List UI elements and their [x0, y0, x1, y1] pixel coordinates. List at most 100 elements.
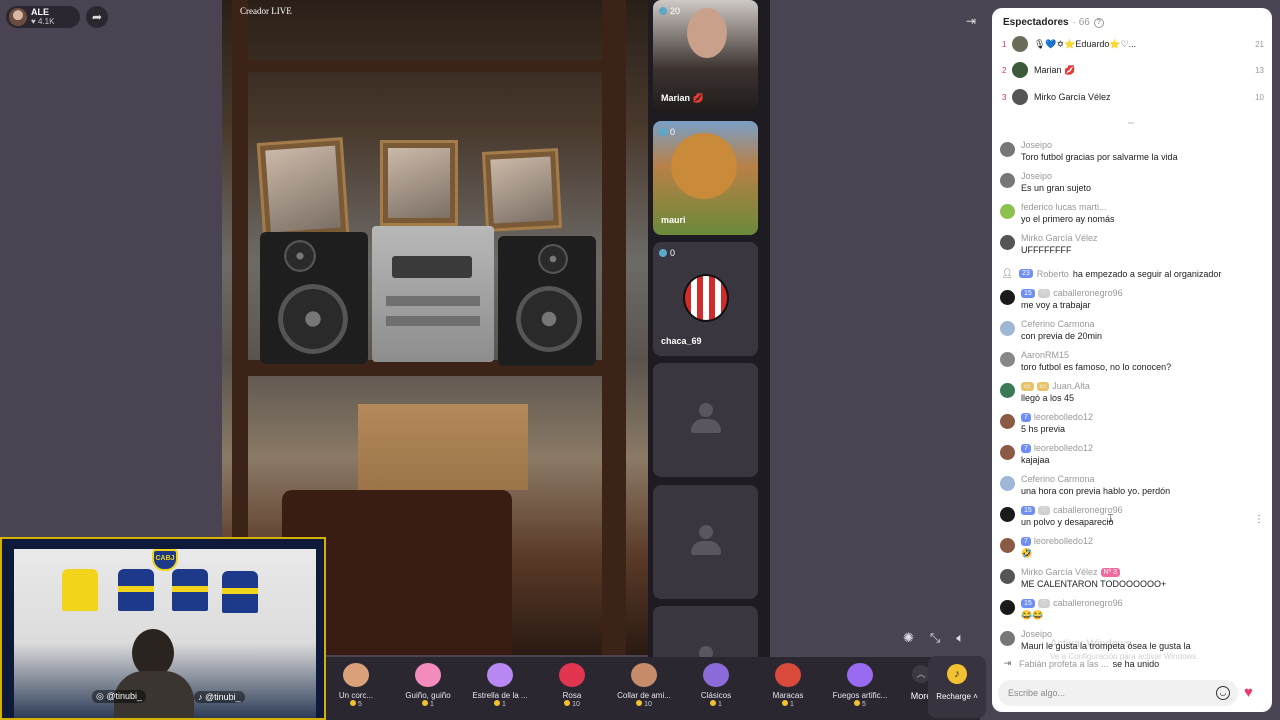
club-crest-icon: [683, 274, 729, 322]
recharge-button[interactable]: ♪ Recharge ˄: [928, 656, 986, 718]
guest-tile[interactable]: 0 chaca_69: [653, 242, 758, 356]
guest-viewer-count: 0: [659, 248, 675, 258]
streamer: [114, 629, 194, 718]
instagram-handle: ◎ @tinubi_: [92, 690, 147, 703]
host-likes: ♥ 4.1K: [31, 17, 55, 26]
coin-icon: [422, 700, 429, 706]
more-options-icon[interactable]: ⋮: [1254, 514, 1264, 525]
ranking-row[interactable]: 2 Marian 💋 13: [1002, 61, 1264, 79]
gift-item[interactable]: Estrella de la ... 1: [464, 657, 536, 708]
fan-badge: ♡: [1037, 505, 1051, 515]
guest-face: [687, 8, 727, 58]
coin-icon: [350, 700, 357, 706]
gift-item[interactable]: Clásicos 1: [680, 657, 752, 708]
guest-viewer-count: 0: [659, 127, 675, 137]
avatar: [1012, 62, 1028, 78]
chat-input-container: ◡: [998, 680, 1238, 706]
host-avatar: [9, 8, 27, 26]
avatar: [1000, 600, 1015, 615]
level-badge: 15: [1021, 288, 1035, 298]
gift-icon: [343, 663, 369, 687]
coin-icon: [782, 700, 789, 706]
guest-mask: [671, 133, 737, 199]
jersey: [222, 571, 258, 613]
avatar: [1000, 538, 1015, 553]
gift-item[interactable]: Guiño, guiño 1: [392, 657, 464, 708]
gift-item[interactable]: Rosa 10: [536, 657, 608, 708]
share-icon[interactable]: ➦: [86, 6, 108, 28]
coin-icon: [710, 700, 717, 706]
chat-side-panel: Espectadores · 66 ? 1 🎙💙✡⭐Eduardo⭐♡... 2…: [992, 8, 1272, 712]
mouse-cursor-icon: ⌶: [1107, 513, 1114, 525]
level-badge: 7: [1021, 412, 1031, 422]
level-badge: 7: [1021, 443, 1031, 453]
guest-name: mauri: [661, 215, 686, 225]
collapse-panel-icon[interactable]: ⇥: [966, 14, 976, 28]
gift-item[interactable]: Collar de ami... 10: [608, 657, 680, 708]
fan-badge: ♡: [1037, 288, 1051, 298]
empty-guest-slot[interactable]: [653, 363, 758, 477]
rank-badge: Nº 3: [1100, 567, 1120, 577]
help-icon[interactable]: ?: [1093, 17, 1104, 28]
level-badge: 15: [1021, 598, 1035, 608]
guest-column: 20 Marian 💋 0 mauri 0 chaca_69: [648, 0, 770, 720]
heart-icon[interactable]: ♥: [1244, 684, 1253, 701]
avatar: [1012, 36, 1028, 52]
shelf-board: [232, 60, 626, 72]
creator-live-label: Creador LIVE: [240, 6, 292, 16]
gift-icon: [847, 663, 873, 687]
coin-icon: [564, 700, 571, 706]
chat-input[interactable]: [1008, 680, 1208, 706]
avatar: [1000, 321, 1015, 336]
cardboard-box: [358, 404, 528, 490]
gift-item[interactable]: Maracas 1: [752, 657, 824, 708]
jersey: [118, 569, 154, 611]
empty-guest-slot[interactable]: [653, 485, 758, 599]
exit-fullscreen-icon[interactable]: ⤡: [930, 630, 940, 646]
follow-notice: 👤︎ 23 Roberto ha empezado a seguir al or…: [1001, 268, 1222, 279]
guest-viewer-count: 20: [659, 6, 680, 16]
ranking-row[interactable]: 1 🎙💙✡⭐Eduardo⭐♡... 21: [1002, 35, 1264, 53]
badge: ▭: [1021, 381, 1034, 391]
empty-person-icon: [691, 403, 721, 439]
avatar: [1000, 445, 1015, 460]
avatar: [1012, 89, 1028, 105]
host-profile-pill[interactable]: ALE ♥ 4.1K: [6, 6, 80, 28]
emoji-icon[interactable]: ◡: [1216, 686, 1230, 700]
guest-name: Marian 💋: [661, 93, 704, 103]
speaker: [260, 232, 368, 364]
gift-icon: [415, 663, 441, 687]
avatar: [1000, 173, 1015, 188]
gift-icon: [703, 663, 729, 687]
coin-icon: [854, 700, 861, 706]
eye-icon: [659, 7, 667, 15]
level-badge: 15: [1021, 505, 1035, 515]
speaker: [498, 236, 596, 366]
windows-activation-watermark: Activar Windows: [1050, 638, 1132, 650]
avatar: [1000, 569, 1015, 584]
empty-person-icon: [691, 525, 721, 561]
eye-icon: [659, 249, 667, 257]
guest-tile[interactable]: 0 mauri: [653, 121, 758, 235]
brightness-icon[interactable]: ✺: [903, 630, 914, 646]
photo-frame: [256, 137, 350, 241]
volume-icon[interactable]: 🔈︎: [956, 630, 964, 646]
host-name: ALE: [31, 7, 49, 17]
windows-activation-subtext: Ve a Configuración para activar Windows.: [1050, 652, 1199, 661]
jersey: [62, 569, 98, 611]
divider: [1128, 122, 1134, 124]
avatar: [1000, 507, 1015, 522]
gift-item[interactable]: Fuegos artific... 5: [824, 657, 896, 708]
guest-name: chaca_69: [661, 336, 702, 346]
webcam-feed: CABJ ◎ @tinubi_ ♪ @tinubi_: [14, 549, 316, 718]
gift-icon: [631, 663, 657, 687]
club-badge: CABJ: [152, 549, 178, 571]
gift-item[interactable]: Un corc... 5: [320, 657, 392, 708]
gift-bar: Un corc... 5 Guiño, guiño 1 Estrella de la…: [320, 657, 980, 720]
guest-tile[interactable]: 20 Marian 💋: [653, 0, 758, 114]
photo-frame: [380, 140, 458, 226]
gift-icon: [487, 663, 513, 687]
webcam-overlay: CABJ ◎ @tinubi_ ♪ @tinubi_: [0, 537, 326, 720]
ranking-row[interactable]: 3 Mirko García Vélez 10: [1002, 88, 1264, 106]
stereo: [372, 226, 494, 362]
